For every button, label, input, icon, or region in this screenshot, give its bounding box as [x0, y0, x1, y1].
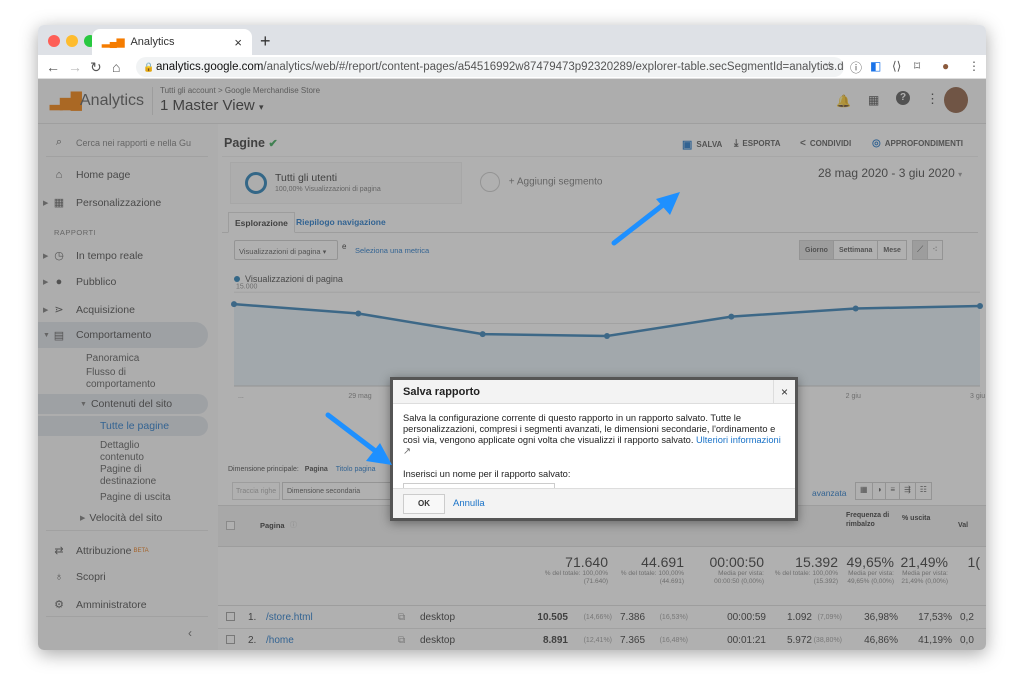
analytics-app: ▂▅█ Analytics Tutti gli account > Google… [38, 79, 986, 650]
dialog-title: Salva rapporto [393, 380, 795, 404]
browser-tab[interactable]: ▂▄▆ Analytics × [92, 29, 252, 55]
dialog-footer: OK Annulla [393, 488, 795, 518]
modal-backdrop [38, 79, 986, 650]
forward-icon[interactable]: → [68, 59, 82, 75]
extension-blue-icon[interactable]: ◧ [870, 59, 881, 73]
home-icon[interactable]: ⌂ [112, 59, 120, 75]
report-name-label: Inserisci un nome per il rapporto salvat… [403, 469, 571, 479]
save-report-dialog: Salva rapporto × Salva la configurazione… [390, 377, 798, 521]
external-link-icon: ↗ [403, 446, 411, 456]
close-dialog-icon[interactable]: × [773, 380, 795, 404]
minimize-window-button[interactable] [66, 35, 78, 47]
back-icon[interactable]: ← [46, 59, 60, 75]
tab-bar: ▂▄▆ Analytics × + [38, 25, 986, 55]
address-bar: ← → ↻ ⌂ 🔒 analytics.google.com/analytics… [38, 55, 986, 79]
ok-button[interactable]: OK [403, 494, 445, 514]
browser-window: ▂▄▆ Analytics × + ← → ↻ ⌂ 🔒 analytics.go… [38, 25, 986, 650]
learn-more-link[interactable]: Ulteriori informazioni [696, 435, 781, 445]
new-tab-button[interactable]: + [260, 31, 271, 52]
extension-1password-icon[interactable]: ⓘ [850, 59, 862, 76]
url-field[interactable]: 🔒 analytics.google.com/analytics/web/#/r… [136, 57, 844, 77]
url-path: /analytics/web/#/report/content-pages/a5… [263, 61, 844, 73]
annotation-arrow-save [611, 192, 680, 246]
bookmark-star-icon[interactable]: ☆ [824, 59, 835, 73]
lock-icon: 🔒 [143, 62, 155, 72]
close-tab-icon[interactable]: × [234, 35, 242, 50]
profile-avatar-icon[interactable]: ● [942, 59, 949, 73]
dialog-body: Salva la configurazione corrente di ques… [393, 404, 795, 498]
close-window-button[interactable] [48, 35, 60, 47]
reload-icon[interactable]: ↻ [90, 59, 102, 76]
cancel-button[interactable]: Annulla [453, 498, 485, 509]
analytics-favicon-icon: ▂▄▆ [102, 36, 125, 48]
extension-code-icon[interactable]: ⟨⟩ [892, 59, 901, 73]
annotation-arrow-ok [325, 412, 392, 465]
browser-menu-icon[interactable]: ⋮ [968, 59, 980, 73]
tab-title: Analytics [130, 36, 175, 48]
extension-screenshot-icon[interactable]: ⌑ [914, 59, 920, 73]
url-host: analytics.google.com [156, 61, 264, 73]
